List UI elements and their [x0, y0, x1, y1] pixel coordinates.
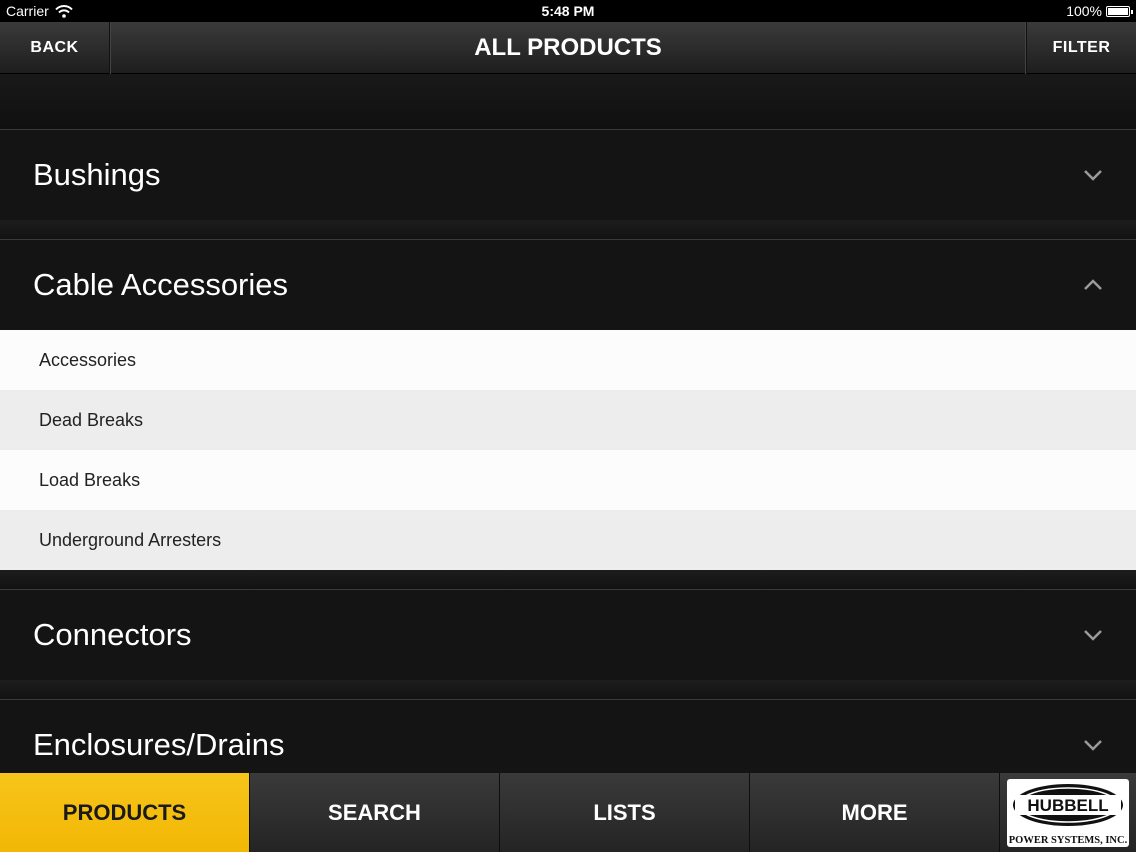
category-label: Connectors — [33, 617, 192, 652]
category-label: Cable Accessories — [33, 267, 289, 302]
status-bar: Carrier 5:48 PM 100% — [0, 0, 1136, 22]
chevron-up-icon — [1084, 279, 1102, 290]
battery-indicator: 100% — [1066, 3, 1133, 19]
category-label: Enclosures/Drains — [33, 727, 285, 762]
list-top-spacer — [0, 74, 1136, 130]
page-title: ALL PRODUCTS — [474, 34, 662, 61]
product-category-list: Bushings Cable Accessories Accessories D… — [0, 74, 1136, 773]
subcategory-accessories[interactable]: Accessories — [0, 330, 1136, 390]
chevron-down-icon — [1084, 740, 1102, 751]
logo-tagline-text: POWER SYSTEMS, INC. — [1009, 835, 1128, 846]
divider — [0, 220, 1136, 240]
category-connectors[interactable]: Connectors — [0, 590, 1136, 680]
subcategory-underground-arresters[interactable]: Underground Arresters — [0, 510, 1136, 570]
hubbell-logo-graphic: HUBBELL POWER SYSTEMS, INC. — [1009, 783, 1128, 846]
logo-brand-text: HUBBELL — [1027, 796, 1108, 815]
back-button[interactable]: BACK — [0, 22, 110, 74]
subcategory-dead-breaks[interactable]: Dead Breaks — [0, 390, 1136, 450]
chevron-down-icon — [1084, 170, 1102, 181]
navigation-bar: BACK ALL PRODUCTS FILTER — [0, 22, 1136, 74]
status-time: 5:48 PM — [541, 3, 595, 19]
hubbell-logo: HUBBELL POWER SYSTEMS, INC. — [1007, 778, 1129, 847]
tab-lists[interactable]: LISTS — [500, 773, 750, 852]
tab-bar: PRODUCTS SEARCH LISTS MORE HUBBELL POWER… — [0, 773, 1136, 852]
category-label: Bushings — [33, 157, 161, 192]
brand-logo-cell: HUBBELL POWER SYSTEMS, INC. — [1000, 773, 1136, 852]
filter-button[interactable]: FILTER — [1026, 22, 1136, 74]
subcategory-load-breaks[interactable]: Load Breaks — [0, 450, 1136, 510]
tab-products[interactable]: PRODUCTS — [0, 773, 250, 852]
battery-percent: 100% — [1066, 3, 1102, 19]
category-enclosures-drains[interactable]: Enclosures/Drains — [0, 700, 1136, 773]
divider — [0, 680, 1136, 700]
divider — [0, 570, 1136, 590]
battery-icon — [1106, 5, 1133, 17]
tab-search[interactable]: SEARCH — [250, 773, 500, 852]
category-cable-accessories[interactable]: Cable Accessories — [0, 240, 1136, 330]
tab-more[interactable]: MORE — [750, 773, 1000, 852]
category-bushings[interactable]: Bushings — [0, 130, 1136, 220]
chevron-down-icon — [1084, 630, 1102, 641]
